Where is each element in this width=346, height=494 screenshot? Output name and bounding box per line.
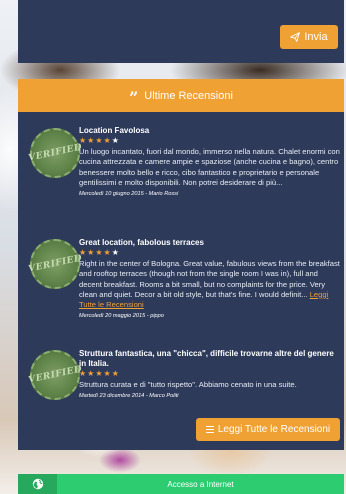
- globe-icon: [18, 474, 57, 494]
- review-meta: Mercoledì 20 maggio 2015 - pippo: [79, 313, 164, 320]
- review-title: Struttura fantastica, una "chicca", diff…: [79, 349, 334, 368]
- review-stars: ★★★★★: [79, 248, 120, 257]
- verified-badge-icon: VERIFIED: [27, 128, 83, 178]
- reviews-header: ” Ultime Recensioni: [18, 79, 344, 112]
- review-text: Struttura curata e di "tutto rispetto". …: [79, 380, 297, 389]
- quote-icon: ”: [129, 88, 139, 107]
- contact-panel: Invia: [18, 0, 344, 63]
- review-text: Right in the center of Bologna. Great va…: [79, 259, 340, 310]
- review-text: Un luogo incantato, fuori dal mondo, imm…: [79, 147, 340, 187]
- review-meta: Martedì 23 dicembre 2014 - Marco Politi: [79, 393, 179, 400]
- internet-access-label: Accesso a Internet: [57, 474, 344, 494]
- review-title: Location Favolosa: [79, 126, 150, 135]
- review-meta: Mercoledì 10 giugno 2015 - Mario Rossi: [79, 191, 179, 198]
- list-icon: [205, 425, 214, 434]
- read-all-reviews-label: Leggi Tutte le Recensioni: [217, 424, 331, 435]
- read-all-reviews-button[interactable]: Leggi Tutte le Recensioni: [196, 418, 340, 441]
- paper-plane-icon: [290, 32, 301, 42]
- review-stars: ★★★★★: [79, 136, 120, 145]
- verified-badge-icon: VERIFIED: [27, 350, 83, 400]
- review-title: Great location, fabolous terraces: [79, 238, 204, 247]
- internet-access-bar[interactable]: Accesso a Internet: [18, 474, 344, 494]
- send-button[interactable]: Invia: [280, 25, 338, 49]
- reviews-panel: ” Ultime Recensioni VERIFIED Location Fa…: [18, 79, 344, 450]
- verified-badge-icon: VERIFIED: [27, 239, 83, 289]
- reviews-header-title: Ultime Recensioni: [144, 89, 233, 102]
- review-stars: ★★★★★: [79, 369, 120, 378]
- send-button-label: Invia: [304, 31, 328, 43]
